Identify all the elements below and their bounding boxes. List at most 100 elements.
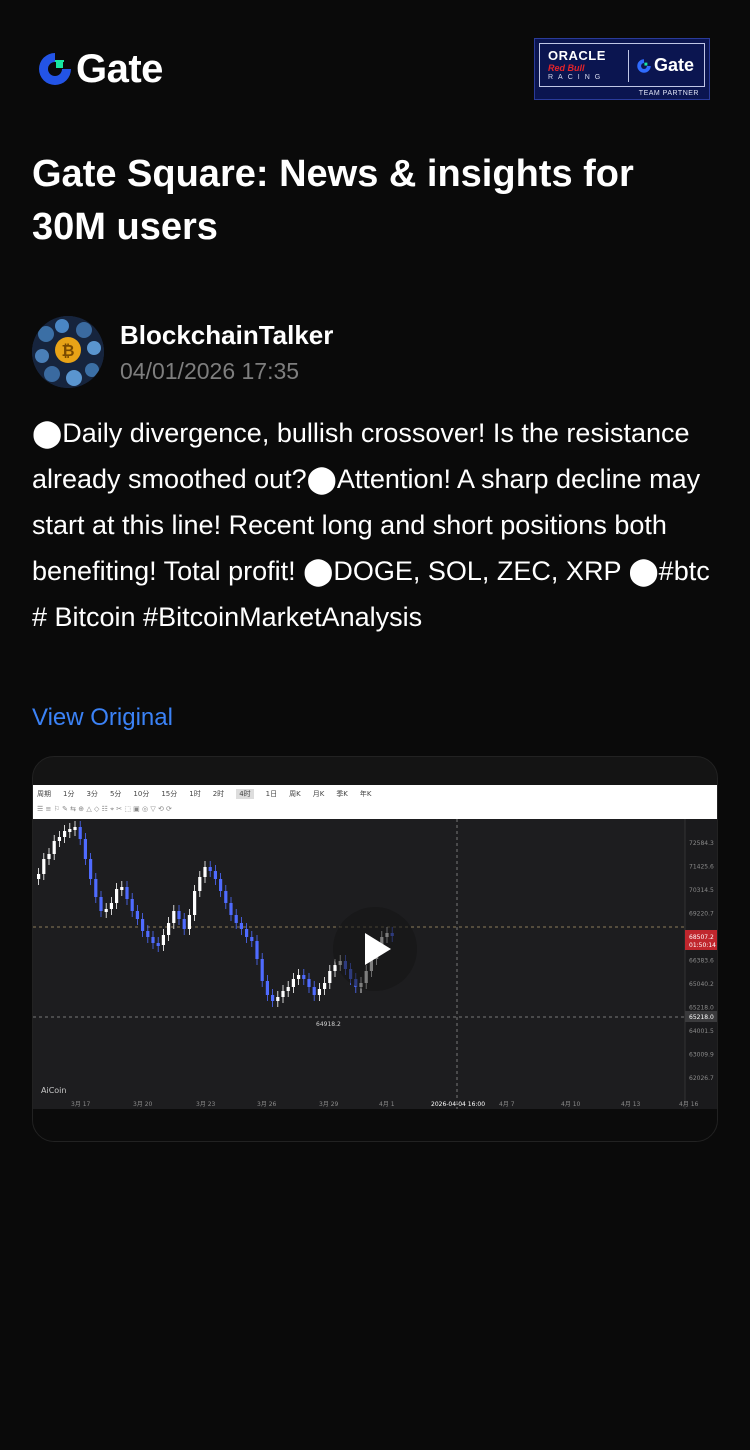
price-axis-label: 69220.7 xyxy=(689,911,714,918)
price-axis-label: 62026.7 xyxy=(689,1075,714,1082)
date-axis-label: 3月 20 xyxy=(133,1101,153,1108)
date-axis-label: 3月 23 xyxy=(196,1101,216,1108)
candle-body xyxy=(307,979,311,987)
candle-body xyxy=(208,867,212,871)
timeframe-bar: 周期 1分 3分 5分 10分 15分 1时 2时 4时 1日 周K 月K 季K 年K xyxy=(37,789,384,799)
candle-body xyxy=(63,831,67,837)
candle-body xyxy=(229,903,233,915)
candle-body xyxy=(146,931,150,937)
header: Gate ORACLE Red Bull RACING Gate TEAM PA… xyxy=(0,0,750,140)
post-timestamp: 04/01/2026 17:35 xyxy=(120,358,300,384)
timeframe-option: 5分 xyxy=(109,790,122,798)
candle-body xyxy=(135,911,139,919)
avatar[interactable]: ₿ xyxy=(32,316,104,388)
timeframe-option: 2时 xyxy=(212,790,225,798)
current-price-label: 68507.2 xyxy=(689,934,714,941)
page-title: Gate Square: News & insights for 30M use… xyxy=(32,153,634,248)
candle-body xyxy=(187,915,191,929)
candle-body xyxy=(68,829,72,832)
crosshair-price-label: 65218.0 xyxy=(689,1014,714,1021)
candle-body xyxy=(302,975,306,979)
bitcoin-avatar-icon: ₿ xyxy=(32,316,104,388)
play-button[interactable] xyxy=(333,907,417,991)
candle-body xyxy=(323,983,327,989)
candle-body xyxy=(99,897,103,911)
price-axis-label: 71425.6 xyxy=(689,864,714,871)
candle-body xyxy=(172,911,176,923)
candle-body xyxy=(328,971,332,983)
partner-redbull-text: Red Bull xyxy=(548,63,585,73)
candle-body xyxy=(312,987,316,995)
candle-body xyxy=(73,827,77,830)
partner-oracle-text: ORACLE xyxy=(548,48,606,63)
candle-body xyxy=(317,989,321,995)
partner-divider xyxy=(628,50,629,82)
timeframe-option: 1日 xyxy=(265,790,278,798)
candle-body xyxy=(156,943,160,946)
candle-body xyxy=(219,879,223,891)
gate-logo[interactable]: Gate xyxy=(36,49,163,89)
candle-body xyxy=(89,859,93,879)
candle-body xyxy=(57,837,61,841)
candle-body xyxy=(42,859,46,874)
date-axis-label: 4月 10 xyxy=(561,1101,581,1108)
price-axis-label: 63009.9 xyxy=(689,1052,714,1059)
candle-body xyxy=(78,827,82,839)
svg-text:₿: ₿ xyxy=(61,341,74,360)
candle-body xyxy=(245,929,249,937)
date-axis-label: 3月 29 xyxy=(319,1101,339,1108)
timeframe-option: 4时 xyxy=(236,789,254,799)
candle-body xyxy=(141,919,145,931)
candle-body xyxy=(224,891,228,903)
drawing-tools-bar: ☰ ≡ ⚐ ✎ ⇆ ⊕ △ ◇ ☷ ⌖ ✂ ⬚ ▣ ◎ ▽ ⟲ ⟳ xyxy=(37,805,172,813)
view-original-link[interactable]: View Original xyxy=(32,704,173,732)
candle-body xyxy=(271,995,275,1001)
candle-body xyxy=(213,871,217,879)
candle-body xyxy=(161,935,165,945)
candle-body xyxy=(297,975,301,979)
gate-logo-icon xyxy=(39,53,71,85)
candle-body xyxy=(276,997,280,1001)
candle-body xyxy=(167,923,171,935)
candle-body xyxy=(47,854,51,859)
partner-racing-text: RACING xyxy=(548,74,606,81)
timeframe-option: 周K xyxy=(289,790,301,798)
partner-gate-text: Gate xyxy=(654,55,695,75)
candle-body xyxy=(109,903,113,909)
candle-body xyxy=(115,889,119,903)
candle-body xyxy=(260,959,264,981)
price-axis-label: 66383.6 xyxy=(689,958,714,965)
candle-body xyxy=(281,991,285,997)
price-axis-label: 65218.0 xyxy=(689,1005,714,1012)
candle-body xyxy=(52,841,56,854)
candle-body xyxy=(193,891,197,915)
candle-body xyxy=(120,887,124,890)
post-author: ₿ BlockchainTalker 04/01/2026 17:35 xyxy=(32,316,712,388)
chart-toolbar: 周期 1分 3分 5分 10分 15分 1时 2时 4时 1日 周K 月K 季K 年K ☰ ≡ ⚐ ✎ ⇆… xyxy=(33,785,717,820)
timeframe-option: 季K xyxy=(336,790,348,798)
candle-body xyxy=(125,887,129,899)
date-axis-label: 3月 17 xyxy=(71,1101,91,1108)
candle-body xyxy=(239,923,243,929)
date-axis-label: 2026-04-04 16:00 xyxy=(431,1101,485,1108)
video-player[interactable]: 周期 1分 3分 5分 10分 15分 1时 2时 4时 1日 周K 月K 季K 年K ☰ ≡ ⚐ ✎ ⇆… xyxy=(32,756,718,1142)
timeframe-option: 10分 xyxy=(133,790,150,798)
candle-body xyxy=(151,937,155,943)
candle-body xyxy=(177,911,181,919)
timeframe-option: 3分 xyxy=(86,790,98,798)
team-partner-banner[interactable]: ORACLE Red Bull RACING Gate TEAM PARTNER xyxy=(534,38,710,100)
timeframe-option: 周期 xyxy=(37,790,51,798)
candle-body xyxy=(130,899,134,911)
candle-body xyxy=(83,839,87,859)
timeframe-option: 月K xyxy=(312,790,325,798)
timeframe-option: 15分 xyxy=(161,790,178,798)
author-name[interactable]: BlockchainTalker xyxy=(120,320,333,351)
date-axis-label: 4月 7 xyxy=(499,1101,515,1108)
countdown-label: 01:50:14 xyxy=(689,942,716,949)
watermark: AiCoin xyxy=(41,1086,66,1095)
date-axis-label: 3月 26 xyxy=(257,1101,277,1108)
candle-body xyxy=(265,981,269,995)
timeframe-option: 1时 xyxy=(189,790,201,798)
partner-frame: ORACLE Red Bull RACING Gate xyxy=(539,43,705,87)
timeframe-option: 1分 xyxy=(63,790,75,798)
